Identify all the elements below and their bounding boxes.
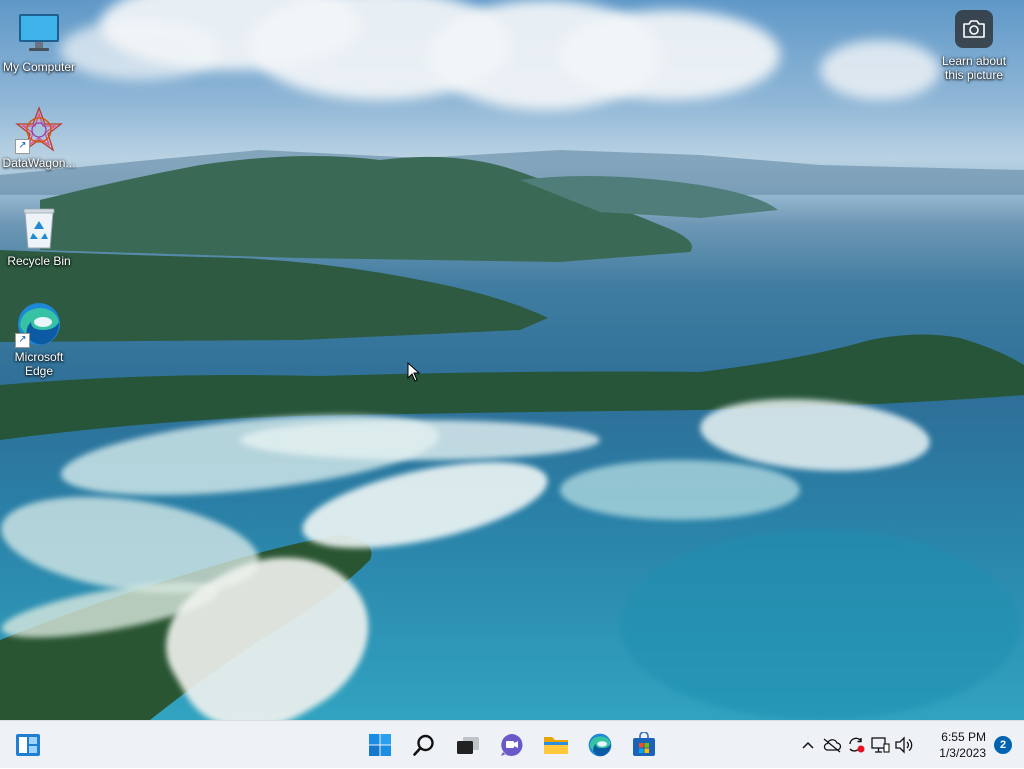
- task-view-icon: [457, 737, 479, 754]
- edge-icon: ↗: [15, 300, 63, 348]
- system-tray: [796, 721, 916, 769]
- edge-icon: [588, 733, 612, 757]
- start-button[interactable]: [362, 727, 398, 763]
- desktop-icon-label: Recycle Bin: [7, 254, 71, 268]
- folder-icon: [544, 737, 568, 754]
- desktop-icon-label: My Computer: [2, 60, 76, 74]
- desktop-icon-datawagon[interactable]: ↗ DataWagon...: [1, 106, 77, 170]
- sync-error-icon[interactable]: [845, 734, 867, 756]
- shortcut-arrow-icon: ↗: [15, 139, 30, 154]
- chat-button[interactable]: [494, 727, 530, 763]
- shortcut-arrow-icon: ↗: [15, 333, 30, 348]
- camera-icon: [955, 10, 993, 48]
- taskbar: 6:55 PM 1/3/2023 2: [0, 720, 1024, 768]
- clock-date: 1/3/2023: [939, 746, 986, 760]
- task-view-button[interactable]: [450, 727, 486, 763]
- cloud-off-icon[interactable]: [821, 734, 843, 756]
- edge-taskbar-button[interactable]: [582, 727, 618, 763]
- store-icon: [633, 732, 655, 756]
- widgets-button[interactable]: [10, 727, 46, 763]
- windows-start-icon: [369, 734, 391, 756]
- learn-about-picture-button[interactable]: Learn about this picture: [932, 10, 1016, 82]
- datawagon-app-icon: ↗: [15, 106, 63, 154]
- clock-time: 6:55 PM: [941, 730, 986, 744]
- search-icon: [413, 734, 434, 756]
- store-button[interactable]: [626, 727, 662, 763]
- desktop-icon-my-computer[interactable]: My Computer: [1, 10, 77, 74]
- learn-about-picture-label: Learn about this picture: [941, 54, 1007, 82]
- network-icon[interactable]: [869, 734, 891, 756]
- teams-chat-icon: [501, 734, 523, 756]
- recycle-bin-icon: [15, 204, 63, 252]
- clock[interactable]: 6:55 PM 1/3/2023: [939, 729, 986, 761]
- desktop-icon-microsoft-edge[interactable]: ↗ Microsoft Edge: [1, 300, 77, 378]
- desktop-icon-recycle-bin[interactable]: Recycle Bin: [1, 204, 77, 268]
- mouse-cursor: [407, 361, 421, 387]
- search-button[interactable]: [406, 727, 442, 763]
- widgets-icon: [16, 734, 40, 756]
- desktop-icon-label: DataWagon...: [2, 156, 76, 170]
- monitor-icon: [15, 10, 63, 58]
- desktop-icon-label: Microsoft Edge: [14, 350, 64, 378]
- chevron-up-icon[interactable]: [797, 734, 819, 756]
- volume-icon[interactable]: [893, 734, 915, 756]
- file-explorer-button[interactable]: [538, 727, 574, 763]
- desktop-wallpaper: [0, 0, 1024, 720]
- notification-badge[interactable]: 2: [994, 736, 1012, 754]
